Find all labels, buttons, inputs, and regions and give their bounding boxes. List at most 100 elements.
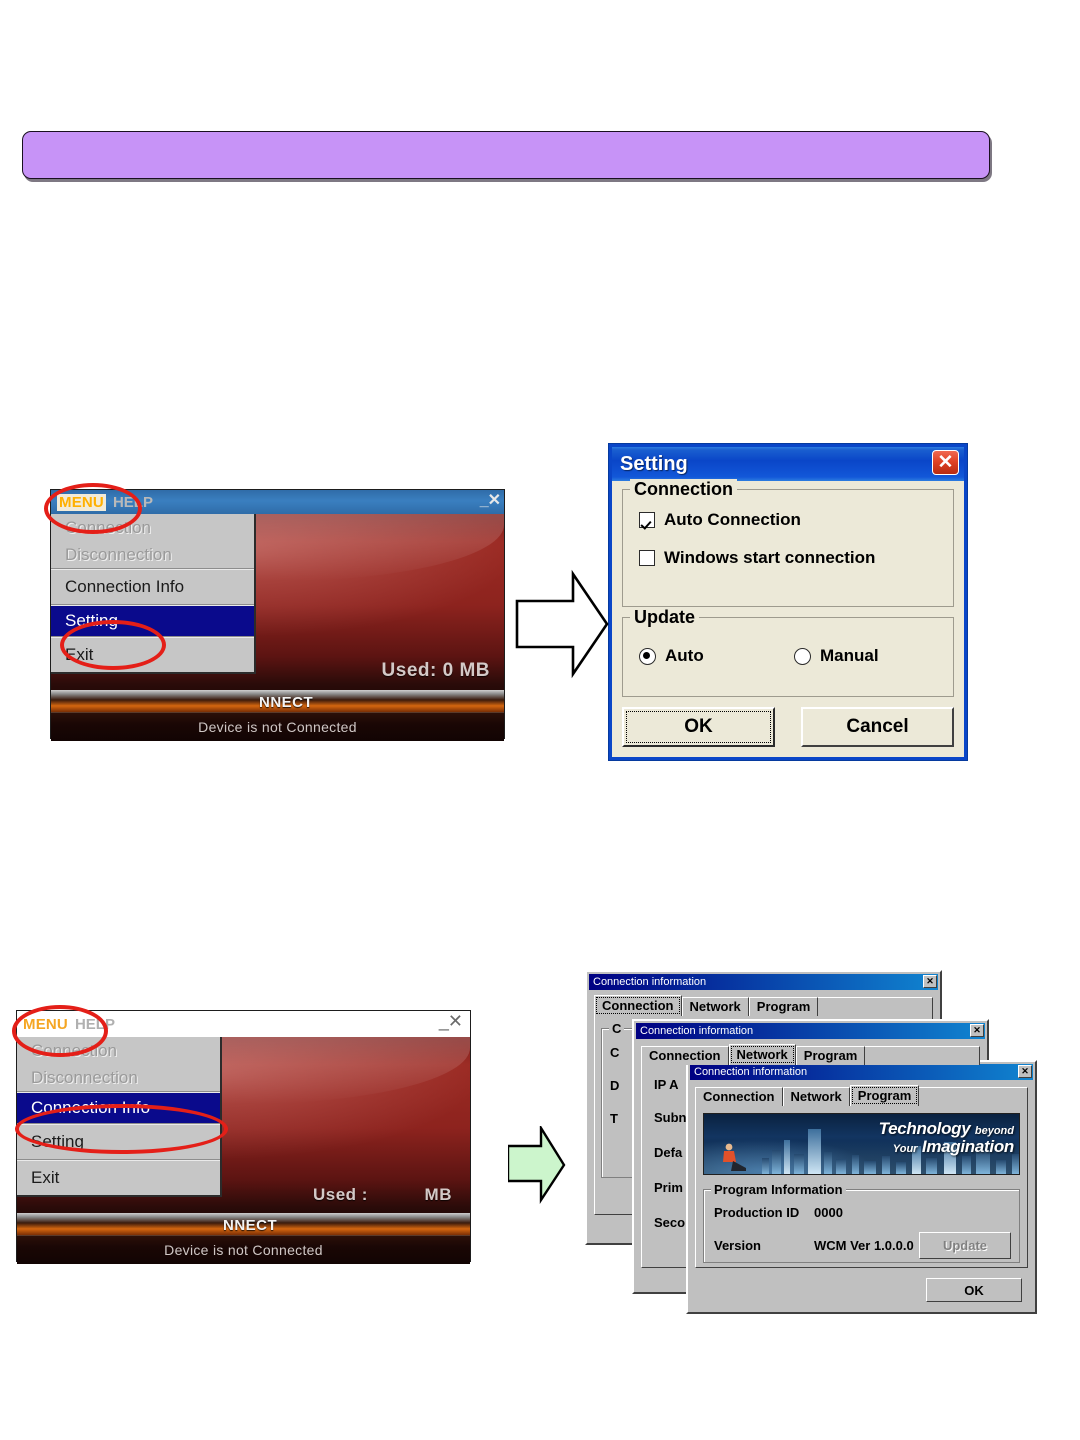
dialog-title: Connection information bbox=[694, 1066, 808, 1078]
connection-group-legend: Connection bbox=[630, 479, 737, 500]
tab-program[interactable]: Program bbox=[748, 997, 819, 1016]
skyline-building bbox=[864, 1161, 876, 1174]
update-groupbox: Update Auto Manual bbox=[622, 607, 954, 697]
menu-item-exit[interactable]: Exit bbox=[51, 638, 254, 672]
app-window-info: MENU HELP _✕ Used : MB NNECT Device is n… bbox=[16, 1010, 471, 1264]
menu-dropdown[interactable]: Connection Disconnection Connection Info… bbox=[17, 1037, 222, 1197]
window-controls[interactable]: _✕ bbox=[439, 1011, 463, 1031]
tab-network[interactable]: Network bbox=[782, 1087, 850, 1106]
menu-button[interactable]: MENU bbox=[23, 1016, 68, 1033]
tab-network[interactable]: Network bbox=[681, 997, 749, 1016]
skyline-building bbox=[808, 1129, 821, 1174]
version-value: WCM Ver 1.0.0.0 bbox=[814, 1238, 914, 1253]
menu-item-setting[interactable]: Setting bbox=[51, 606, 254, 636]
tabstrip-filler bbox=[865, 1046, 980, 1065]
production-id-label: Production ID bbox=[714, 1205, 800, 1220]
skyline-building bbox=[882, 1156, 890, 1174]
purple-banner bbox=[22, 131, 990, 179]
window-controls[interactable]: _✕ bbox=[480, 491, 501, 511]
close-icon[interactable]: ✕ bbox=[932, 450, 959, 475]
windows-start-connection-row[interactable]: Windows start connection bbox=[639, 548, 943, 568]
update-manual-radio[interactable] bbox=[794, 647, 811, 665]
tabstrip-filler bbox=[919, 1087, 1028, 1106]
connect-button-label[interactable]: NNECT bbox=[223, 1217, 277, 1234]
close-icon[interactable]: ✕ bbox=[970, 1024, 984, 1037]
skyline-building bbox=[762, 1158, 769, 1174]
update-button[interactable]: Update bbox=[919, 1232, 1011, 1259]
update-manual-row[interactable]: Manual bbox=[794, 646, 943, 666]
banner-slogan: Technology beyond Your Imagination bbox=[878, 1119, 1015, 1157]
setting-dialog-body: Connection Auto Connection Windows start… bbox=[612, 479, 964, 757]
ok-button[interactable]: OK bbox=[622, 707, 775, 747]
skyline-building bbox=[852, 1155, 859, 1174]
update-manual-label: Manual bbox=[820, 646, 879, 665]
slogan-imagination: Imagination bbox=[921, 1137, 1014, 1157]
menu-item-connection-info[interactable]: Connection Info bbox=[51, 570, 254, 604]
slogan-beyond: beyond bbox=[974, 1125, 1014, 1137]
tab-network[interactable]: Network bbox=[728, 1044, 796, 1065]
connection-information-dialog-program: Connection information ✕ Connection Netw… bbox=[686, 1060, 1037, 1314]
menu-item-exit[interactable]: Exit bbox=[17, 1161, 220, 1195]
status-text: Device is not Connected bbox=[164, 1242, 323, 1258]
help-button[interactable]: HELP bbox=[113, 494, 153, 511]
version-label: Version bbox=[714, 1238, 761, 1253]
dialog-title: Connection information bbox=[593, 976, 707, 988]
help-button[interactable]: HELP bbox=[75, 1016, 115, 1033]
used-data-label: Used: 0 MB bbox=[381, 660, 490, 681]
auto-connection-row[interactable]: Auto Connection bbox=[639, 510, 943, 530]
menu-item-connection: Connection bbox=[31, 1040, 118, 1060]
connection-group-legend: C bbox=[609, 1021, 625, 1036]
update-auto-row[interactable]: Auto bbox=[639, 646, 788, 666]
tabstrip[interactable]: Connection Network Program bbox=[641, 1044, 980, 1065]
tab-connection[interactable]: Connection bbox=[641, 1046, 729, 1065]
skyline-building bbox=[1012, 1154, 1019, 1174]
program-information-groupbox: Program Information Production ID 0000 V… bbox=[703, 1182, 1020, 1263]
close-icon[interactable]: ✕ bbox=[923, 975, 937, 988]
slogan-your: Your bbox=[892, 1143, 918, 1156]
skyline-building bbox=[996, 1160, 1006, 1174]
app-window-setting: MENU HELP _✕ Used: 0 MB NNECT Device is … bbox=[50, 489, 505, 741]
connection-groupbox: Connection Auto Connection Windows start… bbox=[622, 479, 954, 607]
status-text: Device is not Connected bbox=[198, 719, 357, 735]
tabstrip[interactable]: Connection Network Program bbox=[594, 995, 933, 1016]
menu-item-setting[interactable]: Setting bbox=[17, 1125, 220, 1159]
menu-item-disconnection: Disconnection bbox=[65, 544, 172, 564]
used-data-label: Used : bbox=[313, 1185, 368, 1204]
update-auto-radio[interactable] bbox=[639, 647, 656, 665]
block-arrow-right-icon bbox=[506, 1123, 566, 1205]
ok-button[interactable]: OK bbox=[926, 1278, 1022, 1302]
tabstrip[interactable]: Connection Network Program bbox=[695, 1085, 1028, 1106]
dialog-titlebar: Connection information ✕ bbox=[589, 974, 938, 990]
skyline-building bbox=[794, 1154, 804, 1174]
update-group-legend: Update bbox=[630, 607, 700, 628]
program-information-legend: Program Information bbox=[711, 1182, 846, 1197]
setting-dialog: Setting ✕ Connection Auto Connection Win… bbox=[608, 443, 968, 761]
tab-program[interactable]: Program bbox=[849, 1085, 920, 1106]
cancel-button[interactable]: Cancel bbox=[801, 707, 954, 747]
tabpage-program: Technology beyond Your Imagination Progr… bbox=[695, 1105, 1028, 1268]
app-titlebar: MENU HELP _✕ bbox=[17, 1011, 470, 1037]
tab-connection[interactable]: Connection bbox=[594, 995, 682, 1016]
skyline-building bbox=[784, 1140, 790, 1174]
windows-start-connection-checkbox[interactable] bbox=[639, 550, 655, 566]
dialog-titlebar: Connection information ✕ bbox=[690, 1064, 1033, 1080]
close-icon[interactable]: ✕ bbox=[1018, 1065, 1032, 1078]
skyline-building bbox=[836, 1159, 846, 1174]
used-data-unit: MB bbox=[424, 1185, 452, 1204]
dialog-titlebar: Connection information ✕ bbox=[636, 1023, 985, 1039]
tab-program[interactable]: Program bbox=[795, 1046, 866, 1065]
menu-button[interactable]: MENU bbox=[57, 493, 106, 511]
menu-dropdown[interactable]: Connection Disconnection Connection Info… bbox=[51, 514, 256, 674]
auto-connection-checkbox[interactable] bbox=[639, 512, 655, 528]
menu-item-connection-info[interactable]: Connection Info bbox=[17, 1093, 220, 1123]
auto-connection-label: Auto Connection bbox=[664, 510, 801, 529]
tab-connection[interactable]: Connection bbox=[695, 1087, 783, 1106]
slogan-technology: Technology bbox=[878, 1119, 971, 1138]
skyline-building bbox=[962, 1156, 971, 1174]
setting-dialog-titlebar: Setting ✕ bbox=[612, 447, 964, 481]
skyline-building bbox=[896, 1162, 906, 1174]
windows-start-connection-label: Windows start connection bbox=[664, 548, 876, 567]
block-arrow-right-icon bbox=[515, 568, 610, 680]
update-auto-label: Auto bbox=[665, 646, 704, 665]
connect-button-label[interactable]: NNECT bbox=[259, 694, 313, 711]
